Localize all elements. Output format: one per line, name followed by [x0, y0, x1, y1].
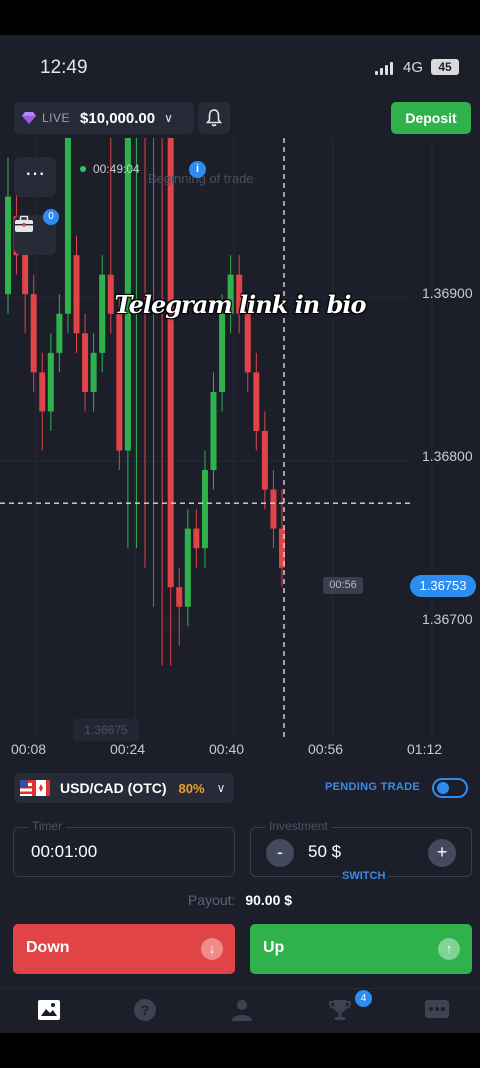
candle-body — [47, 352, 54, 412]
pending-trade-toggle[interactable] — [432, 778, 468, 798]
up-label: Up — [263, 939, 285, 956]
candle-body — [253, 372, 260, 431]
asset-row: USD/CAD (OTC) 80% ∨ PENDING TRADE — [0, 770, 480, 806]
tournament-badge: 4 — [355, 990, 372, 1007]
time-tick: 00:56 — [308, 741, 344, 757]
increase-button[interactable]: + — [428, 839, 456, 867]
top-bar: LIVE $10,000.00 ∨ Deposit — [0, 97, 480, 137]
candle-body — [116, 313, 123, 451]
candle-body — [210, 391, 217, 471]
price-tick: 1.36900 — [422, 285, 473, 301]
candle-body — [219, 313, 226, 392]
clock: 12:49 — [40, 57, 88, 78]
price-chart[interactable]: ⋯ 0 00:49:04 Beginning of trade i Telegr… — [0, 138, 480, 763]
current-price-tag: 1.36753 — [410, 575, 476, 597]
candle-body — [261, 430, 268, 490]
signal-icon — [375, 61, 395, 75]
time-tick: 00:24 — [110, 741, 146, 757]
arrow-up-icon: ↑ — [438, 938, 460, 960]
overlay-caption: Telegram link in bio — [114, 290, 367, 319]
candle-body — [244, 313, 251, 373]
time-tick: 00:08 — [11, 741, 47, 757]
chart-image-icon — [38, 1000, 60, 1020]
timer-value[interactable]: 00:01:00 — [31, 842, 97, 862]
decrease-button[interactable]: - — [266, 839, 294, 867]
candle-body — [193, 528, 200, 549]
info-icon[interactable]: i — [189, 161, 206, 178]
pending-trade-label: PENDING TRADE — [325, 781, 420, 793]
price-tick: 1.36800 — [422, 448, 473, 464]
briefcase-icon — [15, 215, 33, 232]
candle-body — [64, 138, 71, 314]
bottom-nav: ? — [0, 988, 480, 1033]
trade-start-dot — [80, 166, 86, 172]
low-price-marker: 1.36675 — [73, 719, 139, 741]
switch-button[interactable]: SWITCH — [339, 870, 389, 882]
gem-icon — [22, 112, 36, 124]
candle-body — [56, 313, 63, 353]
payout-percent: 80% — [178, 780, 205, 796]
candle-body — [201, 470, 208, 549]
nav-chart[interactable] — [36, 997, 62, 1023]
chevron-down-icon: ∨ — [164, 111, 173, 125]
price-tick: 1.36700 — [422, 611, 473, 627]
candle-body — [167, 138, 174, 588]
candle-body — [90, 352, 97, 392]
candle-body — [184, 528, 191, 607]
candle-body — [176, 587, 183, 607]
candle-body — [270, 489, 277, 529]
nav-profile[interactable] — [229, 997, 255, 1023]
trade-start-time: 00:49:04 — [93, 162, 140, 176]
bell-icon — [206, 109, 222, 127]
timer-legend: Timer — [28, 819, 67, 833]
app-screen: 12:49 4G 45 LIVE $10,000.00 ∨ Deposit ⋯ — [0, 35, 480, 1033]
trophy-icon — [328, 1000, 352, 1020]
arrow-down-icon: ↓ — [201, 938, 223, 960]
candle-body — [82, 333, 89, 392]
timer-field[interactable]: Timer 00:01:00 — [13, 819, 235, 877]
time-tick: 00:40 — [209, 741, 245, 757]
status-bar: 12:49 4G 45 — [0, 35, 480, 97]
time-tick: 01:12 — [407, 741, 443, 757]
portfolio-badge: 0 — [43, 209, 59, 225]
balance: $10,000.00 — [80, 109, 156, 127]
investment-field[interactable]: Investment - 50 $ + SWITCH — [250, 819, 472, 882]
chat-icon — [425, 1000, 449, 1018]
investment-legend: Investment — [265, 819, 332, 833]
svg-text:?: ? — [141, 1002, 150, 1018]
down-button[interactable]: Down ↓ — [13, 924, 235, 974]
asset-selector[interactable]: USD/CAD (OTC) 80% ∨ — [14, 773, 234, 803]
down-label: Down — [26, 939, 70, 956]
up-button[interactable]: Up ↑ — [250, 924, 472, 974]
payout-row: Payout: 90.00 $ — [0, 892, 480, 908]
nav-tournaments[interactable] — [327, 997, 353, 1023]
usd-cad-flag-icon — [20, 779, 50, 797]
account-selector[interactable]: LIVE $10,000.00 ∨ — [14, 102, 194, 134]
chevron-down-icon: ∨ — [216, 781, 226, 795]
nav-help[interactable]: ? — [132, 997, 158, 1023]
nav-chat[interactable] — [424, 997, 450, 1023]
more-options-button[interactable]: ⋯ — [14, 157, 56, 197]
payout-label: Payout: — [187, 892, 236, 908]
investment-value[interactable]: 50 $ — [308, 842, 341, 862]
help-icon: ? — [134, 999, 156, 1021]
notification-button[interactable] — [198, 102, 230, 134]
candle-body — [5, 196, 11, 295]
candle-body — [39, 372, 46, 412]
payout-value: 90.00 $ — [245, 892, 293, 908]
countdown-tag: 00:56 — [323, 577, 363, 594]
network-type: 4G — [403, 59, 424, 76]
user-icon — [232, 1000, 252, 1021]
deposit-button[interactable]: Deposit — [391, 102, 471, 134]
battery-icon: 45 — [431, 59, 459, 75]
candlestick-chart — [0, 138, 433, 738]
account-type: LIVE — [42, 111, 71, 125]
asset-name: USD/CAD (OTC) — [60, 780, 167, 796]
